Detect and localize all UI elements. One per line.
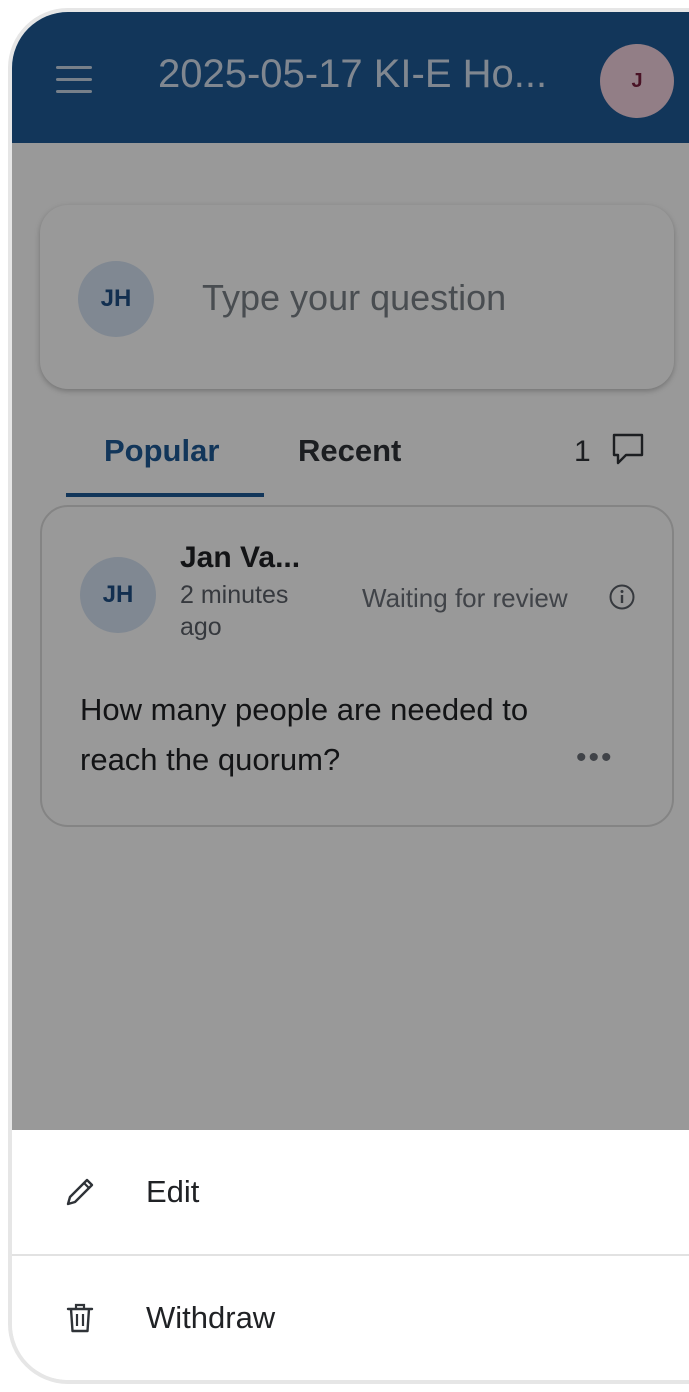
withdraw-menu-item[interactable]: Withdraw (12, 1256, 689, 1380)
trash-icon (66, 1303, 94, 1333)
modal-scrim[interactable] (12, 12, 689, 1130)
app-screen: 2025-05-17 KI-E Ho... J JH Type your que… (12, 12, 689, 1380)
action-sheet: Edit Withdraw (12, 1130, 689, 1380)
device-frame: 2025-05-17 KI-E Ho... J JH Type your que… (8, 8, 689, 1384)
edit-label: Edit (146, 1174, 200, 1209)
pencil-icon (66, 1178, 94, 1206)
withdraw-label: Withdraw (146, 1300, 276, 1335)
edit-menu-item[interactable]: Edit (12, 1130, 689, 1254)
